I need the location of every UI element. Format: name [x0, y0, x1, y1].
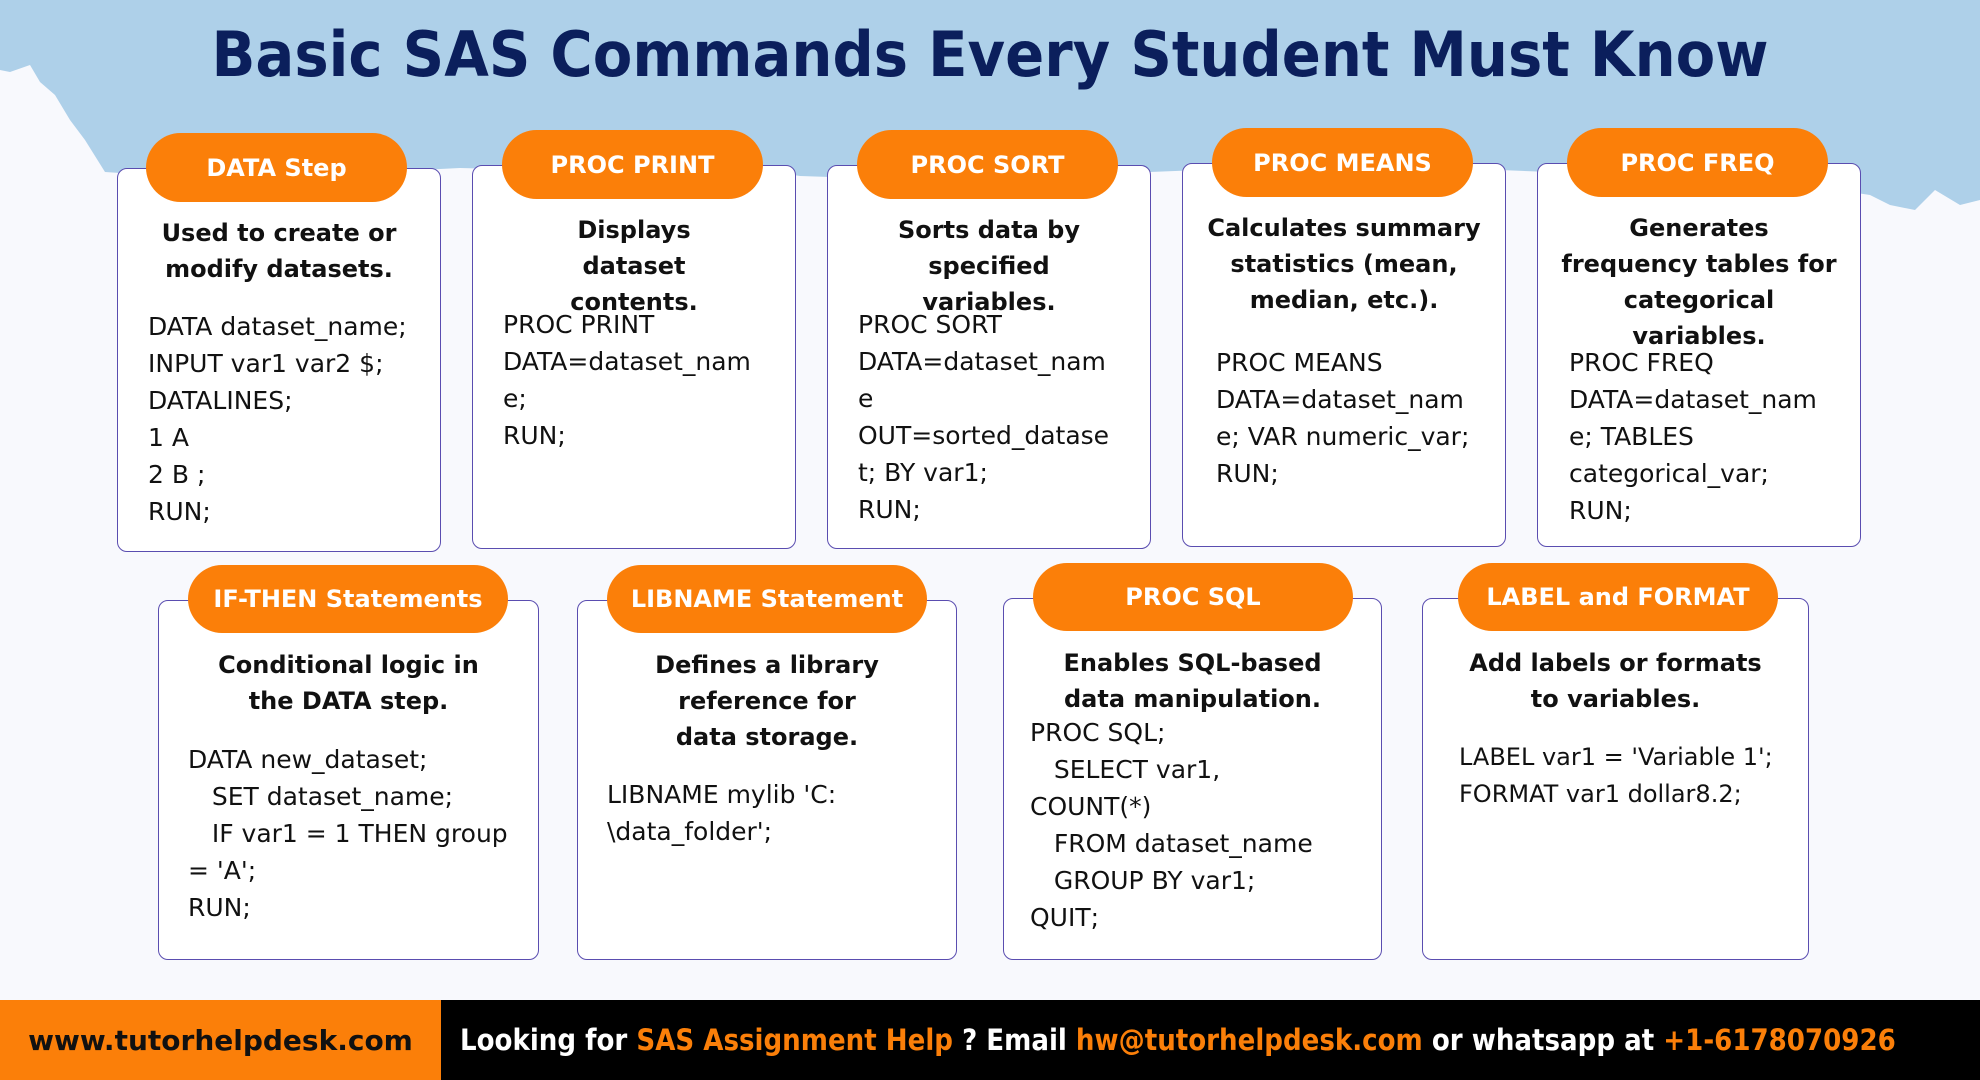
card-code: PROC PRINT DATA=dataset_nam e; RUN; — [503, 310, 751, 450]
card-description: Enables SQL-based data manipulation. — [1063, 649, 1322, 713]
card-data-step: Used to create or modify datasets. DATA … — [117, 168, 441, 552]
card-title-data-step: DATA Step — [146, 133, 407, 202]
footer-bar: www.tutorhelpdesk.com Looking for SAS As… — [0, 1000, 1980, 1080]
card-description: Sorts data by specified variables. — [898, 216, 1080, 316]
footer-text: ? Email — [952, 1023, 1076, 1057]
card-description: Generates frequency tables for categoric… — [1561, 214, 1837, 350]
card-proc-freq: Generates frequency tables for categoric… — [1537, 163, 1861, 547]
card-code: DATA dataset_name; INPUT var1 var2 $; DA… — [148, 312, 407, 526]
footer-text: or whatsapp at — [1422, 1023, 1664, 1057]
card-code: PROC FREQ DATA=dataset_nam e; TABLES cat… — [1569, 348, 1817, 525]
card-title-proc-sort: PROC SORT — [857, 130, 1118, 199]
card-code: PROC SORT DATA=dataset_nam e OUT=sorted_… — [858, 310, 1110, 524]
footer-service-highlight: SAS Assignment Help — [636, 1023, 953, 1057]
card-title-libname: LIBNAME Statement — [607, 565, 927, 633]
card-title-proc-print: PROC PRINT — [502, 130, 763, 199]
card-label-format: Add labels or formats to variables. LABE… — [1422, 598, 1809, 960]
card-description: Add labels or formats to variables. — [1469, 649, 1762, 713]
card-code: LIBNAME mylib 'C: \data_folder'; — [607, 780, 837, 846]
card-description: Conditional logic in the DATA step. — [218, 651, 479, 715]
card-title-proc-sql: PROC SQL — [1033, 563, 1353, 631]
footer-message: Looking for SAS Assignment Help ? Email … — [460, 1000, 1896, 1080]
card-proc-sql: Enables SQL-based data manipulation. PRO… — [1003, 598, 1382, 960]
card-description: Used to create or modify datasets. — [161, 219, 397, 283]
card-title-proc-means: PROC MEANS — [1212, 128, 1473, 197]
card-title-proc-freq: PROC FREQ — [1567, 128, 1828, 197]
card-if-then: Conditional logic in the DATA step. DATA… — [158, 600, 539, 960]
card-proc-print: Displays dataset contents. PROC PRINT DA… — [472, 165, 796, 549]
card-title-if-then: IF-THEN Statements — [188, 565, 508, 633]
card-code: LABEL var1 = 'Variable 1'; FORMAT var1 d… — [1459, 743, 1773, 808]
card-libname: Defines a library reference for data sto… — [577, 600, 957, 960]
footer-email-link[interactable]: hw@tutorhelpdesk.com — [1076, 1023, 1423, 1057]
card-description: Calculates summary statistics (mean, med… — [1207, 214, 1481, 314]
footer-text: Looking for — [460, 1023, 637, 1057]
card-code: PROC SQL; SELECT var1, COUNT(*) FROM dat… — [1030, 718, 1313, 932]
card-code: PROC MEANS DATA=dataset_nam e; VAR numer… — [1216, 348, 1470, 488]
card-proc-sort: Sorts data by specified variables. PROC … — [827, 165, 1151, 549]
footer-phone-link[interactable]: +1-6178070926 — [1663, 1023, 1895, 1057]
card-description: Defines a library reference for data sto… — [655, 651, 879, 751]
card-code: DATA new_dataset; SET dataset_name; IF v… — [188, 745, 508, 922]
card-proc-means: Calculates summary statistics (mean, med… — [1182, 163, 1506, 547]
page-title: Basic SAS Commands Every Student Must Kn… — [211, 18, 1769, 91]
card-title-label-format: LABEL and FORMAT — [1458, 563, 1778, 631]
card-description: Displays dataset contents. — [570, 216, 698, 316]
footer-website-link[interactable]: www.tutorhelpdesk.com — [0, 1000, 441, 1080]
